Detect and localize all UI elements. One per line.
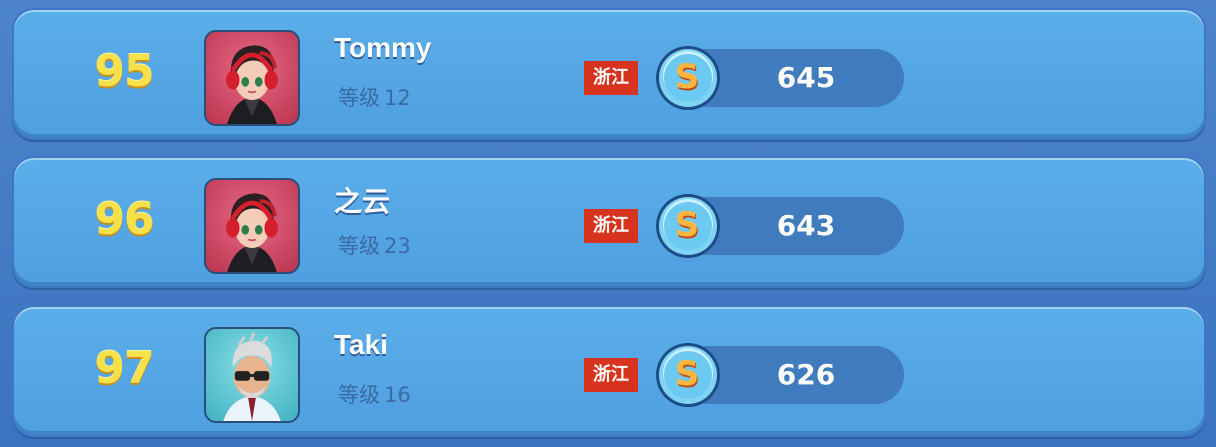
player-avatar[interactable]: [204, 178, 300, 274]
region-badge: 浙江: [584, 358, 638, 392]
rank-number: 97: [94, 343, 154, 394]
avatar-girl-icon: [226, 193, 278, 272]
region-badge: 浙江: [584, 61, 638, 95]
s-coin-icon: S S: [654, 44, 722, 112]
player-avatar[interactable]: [204, 327, 300, 423]
rank-number: 95: [94, 46, 154, 97]
region-badge: 浙江: [584, 209, 638, 243]
svg-text:S: S: [675, 205, 700, 245]
player-name: Tommy: [334, 32, 432, 63]
rank-number: 96: [94, 194, 154, 245]
leaderboard-row[interactable]: 95 Tommy 等级 12 浙江 645 S S: [12, 8, 1206, 140]
player-name: Taki: [334, 329, 388, 360]
avatar-girl-icon: [226, 45, 278, 124]
score-value: 645: [776, 61, 836, 94]
svg-text:S: S: [675, 354, 700, 394]
player-avatar[interactable]: [204, 30, 300, 126]
s-coin-icon: S S: [654, 192, 722, 260]
level-label: 等级: [338, 383, 380, 407]
level-value: 23: [384, 234, 411, 258]
leaderboard-row[interactable]: 97 Taki 等级 16 浙江 626 S S: [12, 305, 1206, 437]
avatar-old-man-icon: [223, 332, 281, 421]
svg-text:S: S: [675, 57, 700, 97]
score-value: 626: [776, 358, 836, 391]
leaderboard-row[interactable]: 96 之云 等级 23 浙江 643 S S: [12, 156, 1206, 288]
player-level: 等级 12: [338, 82, 411, 112]
level-label: 等级: [338, 86, 380, 110]
player-level: 等级 16: [338, 379, 411, 409]
player-level: 等级 23: [338, 230, 411, 260]
score-value: 643: [776, 209, 836, 242]
level-label: 等级: [338, 234, 380, 258]
level-value: 12: [384, 86, 411, 110]
player-name: 之云: [334, 186, 391, 217]
leaderboard: 95 Tommy 等级 12 浙江 645 S S 96 之云 等级 23 浙江…: [0, 0, 1216, 447]
level-value: 16: [384, 383, 411, 407]
s-coin-icon: S S: [654, 341, 722, 409]
